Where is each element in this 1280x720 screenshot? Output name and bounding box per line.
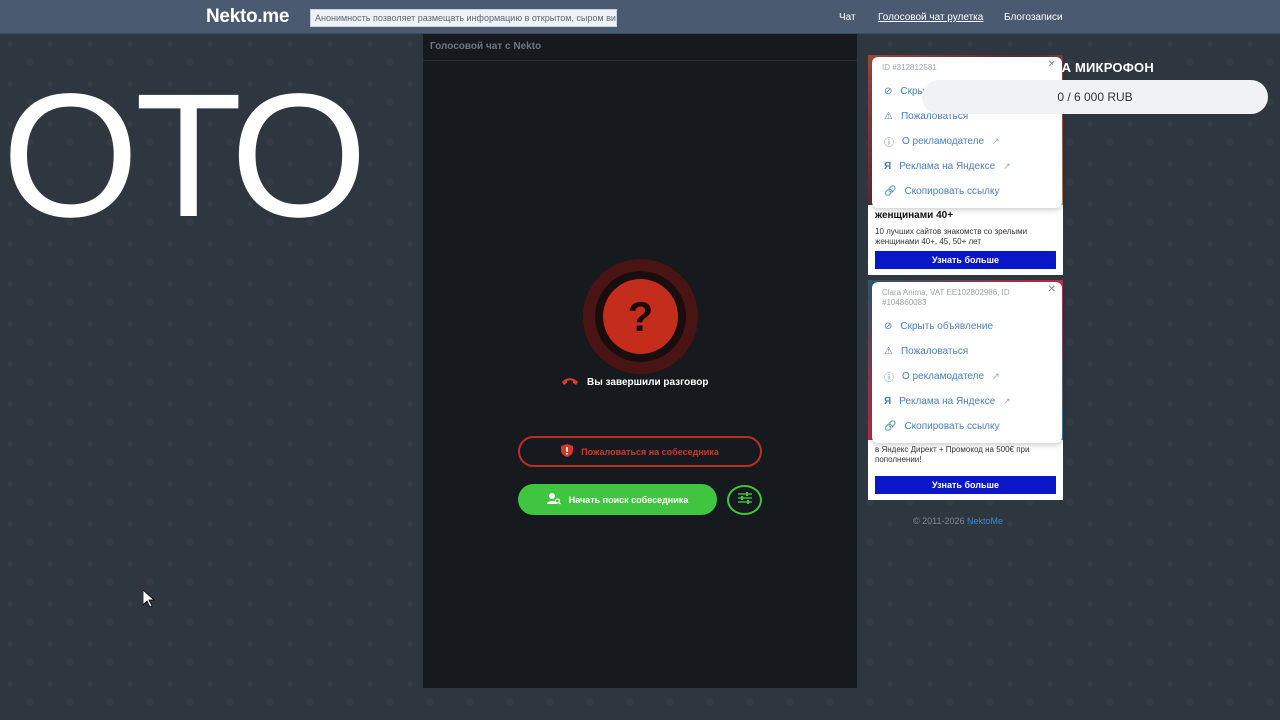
link-icon: 🔗 xyxy=(884,421,897,432)
ad-description: 10 лучших сайтов знакомств со зрелыми же… xyxy=(875,227,1028,246)
advertisement-2[interactable]: ✕ Clara Anima, VAT EE102802986, ID #1048… xyxy=(868,280,1063,500)
about-advertiser-item[interactable]: ⓘ О рекламодателе ↗ xyxy=(872,129,1062,154)
mouse-cursor-icon xyxy=(142,589,156,613)
question-icon: ? xyxy=(603,279,678,354)
sliders-icon xyxy=(737,491,753,510)
donation-progress: 0 / 6 000 RUB xyxy=(922,80,1268,114)
report-ad-item[interactable]: ⚠ Пожаловаться xyxy=(872,339,1062,364)
panel-title: Голосовой чат с Nekto xyxy=(423,34,857,61)
donation-goal-title: НА МИКРОФОН xyxy=(1052,60,1154,75)
ad-options-menu: ✕ Clara Anima, VAT EE102802986, ID #1048… xyxy=(872,282,1062,443)
shield-alert-icon xyxy=(561,444,574,459)
close-icon[interactable]: ✕ xyxy=(1048,284,1056,295)
copy-link-item[interactable]: 🔗 Скопировать ссылку xyxy=(872,179,1062,204)
top-header: Nekto.me Анонимность позволяет размещать… xyxy=(0,0,1280,34)
external-link-icon: ↗ xyxy=(992,136,1000,146)
nav-blog-link[interactable]: Блогозаписи xyxy=(1004,12,1063,23)
eye-off-icon: ⊘ xyxy=(884,321,893,332)
external-link-icon: ↗ xyxy=(1003,396,1011,406)
footer-copyright: © 2011-2026 NektoMe xyxy=(913,516,1004,526)
call-ended-message: Вы завершили разговор xyxy=(561,374,709,390)
call-ended-text: Вы завершили разговор xyxy=(587,376,709,388)
ad-id: Clara Anima, VAT EE102802986, ID #104860… xyxy=(882,288,1010,307)
site-logo[interactable]: Nekto.me xyxy=(206,6,289,28)
footer-link[interactable]: NektoMe xyxy=(967,516,1003,526)
info-icon: ⓘ xyxy=(884,138,894,149)
external-link-icon: ↗ xyxy=(992,371,1000,381)
filters-button[interactable] xyxy=(727,485,762,515)
stream-overlay-text: ОТО xyxy=(2,58,367,254)
ad-heading: женщинами 40+ xyxy=(875,210,954,221)
external-link-icon: ↗ xyxy=(1003,161,1011,171)
notice-banner: Анонимность позволяет размещать информац… xyxy=(310,9,617,27)
link-icon: 🔗 xyxy=(884,186,897,197)
nav-chat-link[interactable]: Чат xyxy=(839,12,856,23)
report-partner-button[interactable]: Пожаловаться на собеседника xyxy=(518,436,762,467)
info-icon: ⓘ xyxy=(884,373,894,384)
ad-description: в Яндекс Директ + Промокод на 500€ при п… xyxy=(875,445,1030,464)
yandex-icon: Я xyxy=(884,161,892,172)
eye-off-icon: ⊘ xyxy=(884,86,893,97)
start-search-label: Начать поиск собеседника xyxy=(568,494,689,505)
yandex-ads-item[interactable]: Я Реклама на Яндексе ↗ xyxy=(872,154,1062,179)
hide-ad-item[interactable]: ⊘Скрыть объявление xyxy=(872,314,1062,339)
warning-icon: ⚠ xyxy=(884,111,893,122)
ad-learn-more-button[interactable]: Узнать больше xyxy=(875,476,1056,494)
about-advertiser-item[interactable]: ⓘ О рекламодателе ↗ xyxy=(872,364,1062,389)
warning-icon: ⚠ xyxy=(884,346,893,357)
report-label: Пожаловаться на собеседника xyxy=(581,446,719,457)
yandex-icon: Я xyxy=(884,396,892,407)
ad-id: ID #312812581 xyxy=(882,63,937,72)
phone-hangup-icon xyxy=(561,376,579,389)
user-search-icon xyxy=(546,492,561,507)
start-search-button[interactable]: Начать поиск собеседника xyxy=(518,484,717,515)
nav-voice-chat-link[interactable]: Голосовой чат рулетка xyxy=(878,12,983,23)
ad-learn-more-button[interactable]: Узнать больше xyxy=(875,251,1056,269)
status-indicator: ? xyxy=(583,259,698,374)
copy-link-item[interactable]: 🔗 Скопировать ссылку xyxy=(872,414,1062,439)
yandex-ads-item[interactable]: Я Реклама на Яндексе ↗ xyxy=(872,389,1062,414)
voice-chat-panel: Голосовой чат с Nekto ? Вы завершили раз… xyxy=(423,34,857,688)
